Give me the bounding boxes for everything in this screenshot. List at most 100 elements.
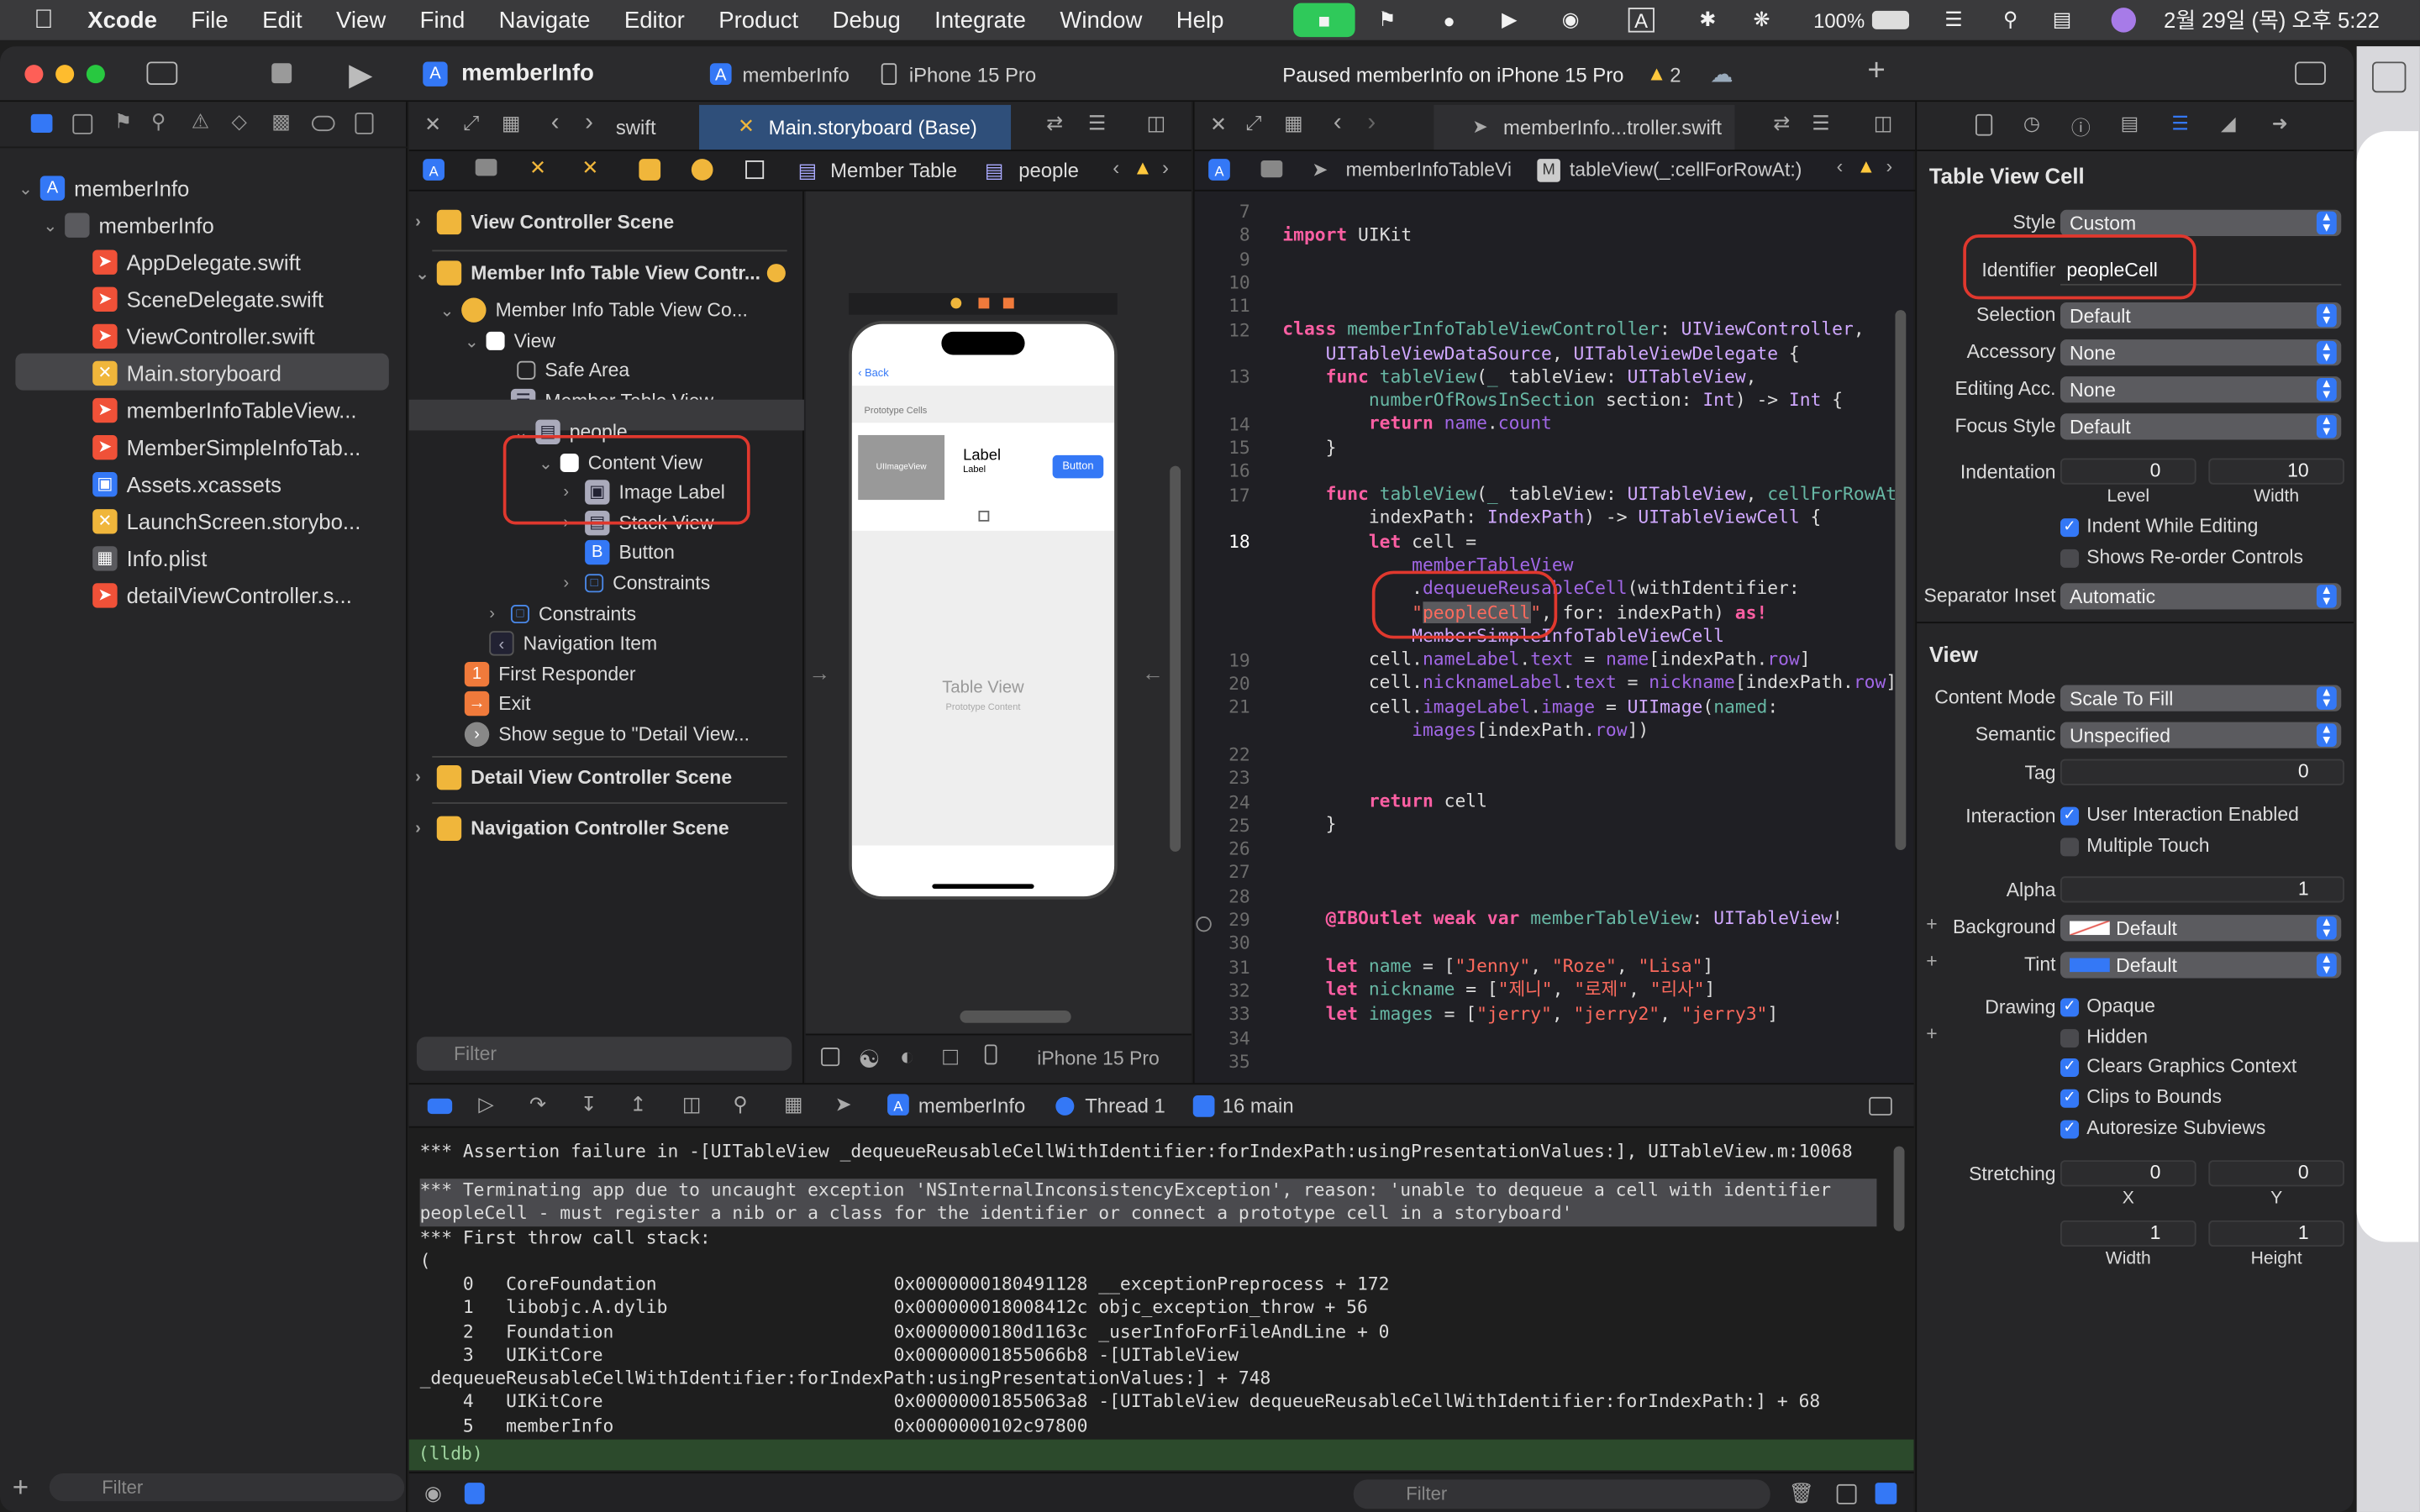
tab-main-storyboard[interactable]: ✕ Main.storyboard (Base) [699, 104, 1012, 150]
location-icon[interactable]: ➤ [835, 1092, 852, 1116]
swap-icon[interactable]: ⇄ [1046, 111, 1063, 135]
reorder-checkbox[interactable] [2060, 549, 2080, 568]
menu-edit[interactable]: Edit [262, 7, 302, 33]
tag-icon[interactable]: ⚑ [1378, 0, 1396, 40]
add-editor-icon[interactable]: ◫ [1147, 111, 1166, 135]
close-window-button[interactable] [24, 65, 44, 84]
issue-icon[interactable]: ⚠ [192, 109, 209, 134]
nav-file-main-storyboard[interactable]: ✕ Main.storyboard [92, 356, 281, 390]
nav-file-scenedelegate[interactable]: ➤ SceneDelegate.swift [92, 282, 324, 316]
environment-icon[interactable]: ▦ [784, 1092, 803, 1116]
multiple-touch-checkbox[interactable] [2060, 837, 2080, 857]
console-scrollbar[interactable] [1893, 1146, 1905, 1231]
hide-debug-icon[interactable] [1869, 1096, 1892, 1116]
code-scrollbar[interactable] [1895, 310, 1907, 851]
cloud-icon[interactable]: ☁ [1710, 60, 1733, 87]
bluetooth-icon[interactable]: ✱ [1699, 0, 1716, 40]
history-inspector-icon[interactable]: ◷ [2023, 111, 2040, 134]
outline-exit[interactable]: → Exit [464, 686, 531, 720]
outline-controller[interactable]: ⌄ Member Info Table View Co... [439, 293, 748, 327]
tab-code-file[interactable]: ➤ memberInfo...troller.swift [1434, 104, 1735, 150]
nav-file-appdelegate[interactable]: ➤ AppDelegate.swift [92, 245, 301, 279]
forward-nav-icon[interactable]: › [585, 109, 593, 137]
split-right-icon[interactable] [1875, 1483, 1897, 1504]
clears-context-checkbox[interactable]: ✓ [2060, 1058, 2080, 1078]
jump-next-icon[interactable]: › [1886, 156, 1892, 178]
debug-thread-label[interactable]: Thread 1 [1085, 1094, 1165, 1117]
tab-swift[interactable]: swift [616, 116, 656, 139]
expand-icon[interactable]: ⤢ [463, 111, 479, 135]
menu-view[interactable]: View [336, 7, 386, 33]
nav-file-membertableview[interactable]: ➤ memberInfoTableView... [92, 393, 357, 427]
appearance-icon[interactable]: ◐ [900, 1044, 915, 1072]
menu-debug[interactable]: Debug [833, 7, 901, 33]
menu-find[interactable]: Find [420, 7, 466, 33]
canvas-cell[interactable]: UIImageView Label Label Button [851, 423, 1115, 531]
add-button[interactable]: + [1867, 54, 1885, 89]
step-into-icon[interactable]: ↧ [581, 1092, 597, 1116]
jump-prev-icon[interactable]: ‹ [1113, 156, 1119, 180]
outlet-connection-icon[interactable] [1196, 916, 1212, 932]
lines-icon[interactable]: ☰ [1088, 111, 1106, 135]
selection-popup[interactable]: Default ▲ ▼ [2060, 302, 2342, 329]
size-inspector-icon[interactable]: ◢ [2221, 111, 2236, 134]
alpha-field[interactable]: 1 [2060, 876, 2344, 903]
debug-app-label[interactable]: memberInfo [918, 1094, 1025, 1117]
jump-member-table[interactable]: Member Table [830, 159, 957, 182]
apple-icon[interactable]:  [34, 5, 53, 36]
jump-scene-icon[interactable] [639, 159, 661, 181]
menu-navigate[interactable]: Navigate [499, 7, 591, 33]
outline-safe-area[interactable]: Safe Area [517, 354, 629, 387]
canvas-table-view[interactable]: Prototype Cells UIImageView Label Label … [851, 386, 1115, 846]
fan-icon[interactable]: ❋ [1753, 0, 1770, 40]
indentation-level-field[interactable]: 0 [2060, 458, 2196, 485]
canvas-handle[interactable] [978, 510, 990, 522]
facetime-icon[interactable]: ■ [1293, 3, 1355, 38]
grid-icon[interactable]: ▦ [1284, 111, 1303, 135]
folder-icon[interactable] [30, 113, 53, 133]
hidden-checkbox[interactable] [2060, 1029, 2080, 1048]
stop-button[interactable] [271, 63, 292, 84]
help-inspector-icon[interactable]: ⓘ [2071, 111, 2091, 140]
stretch-y-field[interactable]: 0 [2208, 1160, 2344, 1187]
jump-prev-icon[interactable]: ‹ [1837, 156, 1844, 178]
outline-scene-memberinfo[interactable]: ⌄ Member Info Table View Contr... [415, 256, 760, 290]
jump-warning-icon[interactable]: ▲ [1133, 156, 1153, 180]
warning-icon[interactable]: ▲ [1647, 61, 1667, 85]
canvas-v-scrollbar[interactable] [1170, 465, 1181, 852]
search-icon[interactable]: ⚲ [2003, 0, 2018, 40]
stretch-x-field[interactable]: 0 [2060, 1160, 2196, 1187]
canvas-button[interactable]: Button [1052, 454, 1104, 479]
window-overlay-icon[interactable] [2372, 61, 2407, 93]
close-tab-icon[interactable]: ✕ [424, 113, 441, 137]
device-preview-icon[interactable] [984, 1044, 997, 1065]
jump-tableview-icon[interactable]: ▤ [798, 159, 818, 183]
outline-scene-detail[interactable]: › Detail View Controller Scene [415, 760, 732, 794]
eye-icon[interactable]: ◉ [424, 1481, 442, 1505]
menu-window[interactable]: Window [1060, 7, 1142, 33]
forward-nav-icon[interactable]: › [1367, 109, 1376, 137]
jump-folder-icon[interactable] [475, 159, 497, 176]
outline-filter-input[interactable]: Filter [416, 1037, 792, 1071]
opaque-checkbox[interactable]: ✓ [2060, 998, 2080, 1017]
jump-next-icon[interactable]: › [1162, 156, 1169, 180]
canvas-back-button[interactable]: ‹ Back [858, 369, 888, 380]
outline-scene-viewcontroller[interactable]: › View Controller Scene [415, 205, 674, 239]
connections-inspector-icon[interactable]: ➜ [2272, 111, 2288, 134]
device-selector[interactable]: iPhone 15 Pro [909, 63, 1036, 87]
indentation-width-field[interactable]: 10 [2208, 458, 2344, 485]
source-control-icon[interactable] [72, 113, 93, 134]
nav-file-assets[interactable]: ▣ Assets.xcassets [92, 468, 281, 501]
nav-file-viewcontroller[interactable]: ➤ ViewController.swift [92, 319, 315, 353]
breakpoints-toggle-icon[interactable] [427, 1098, 453, 1115]
nav-project-root[interactable]: ⌄ AmemberInfo [18, 171, 189, 205]
add-editor-icon[interactable]: ◫ [1874, 111, 1893, 135]
user-interaction-checkbox[interactable]: ✓ [2060, 806, 2080, 826]
jump-people[interactable]: people [1018, 159, 1079, 182]
jump-class[interactable]: memberInfoTableVi [1346, 159, 1512, 181]
swap-icon[interactable]: ⇄ [1773, 111, 1790, 135]
find-icon[interactable]: ⚲ [151, 109, 166, 134]
menu-help[interactable]: Help [1176, 7, 1224, 33]
style-popup[interactable]: Custom ▲ ▼ [2060, 209, 2342, 237]
close-tab-icon[interactable]: ✕ [1210, 113, 1227, 137]
